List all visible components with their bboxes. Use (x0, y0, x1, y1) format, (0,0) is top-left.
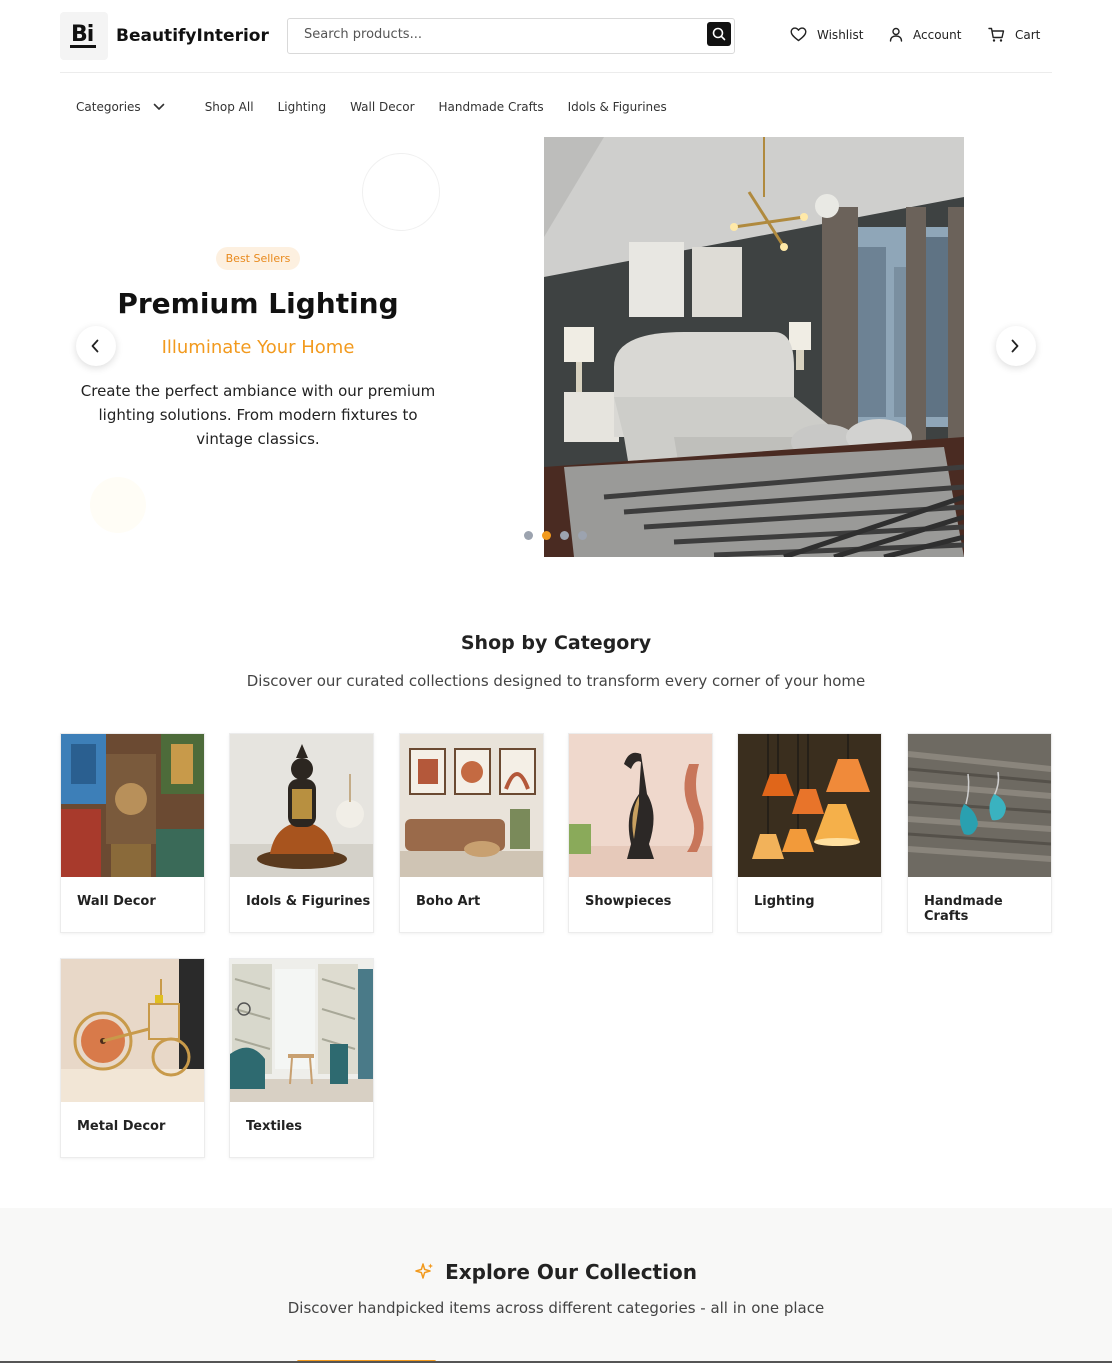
category-card-lighting[interactable]: Lighting (737, 733, 882, 933)
hero-image-bedroom (544, 137, 964, 557)
hero-title: Premium Lighting (117, 287, 399, 320)
category-label: Boho Art (416, 894, 481, 909)
category-image (230, 734, 373, 877)
wishlist-label: Wishlist (817, 27, 864, 42)
carousel-dot-3[interactable] (560, 531, 569, 540)
nav-link-handmade-crafts[interactable]: Handmade Crafts (439, 100, 544, 114)
chevron-down-icon (153, 103, 164, 110)
nav-link-shop-all[interactable]: Shop All (205, 100, 254, 114)
hero-carousel: Best Sellers Premium Lighting Illuminate… (0, 137, 1112, 557)
category-label: Textiles (246, 1119, 303, 1134)
category-card-textiles[interactable]: Textiles (229, 958, 374, 1158)
explore-section: Explore Our Collection Discover handpick… (0, 1208, 1112, 1363)
logo-underline (70, 45, 96, 48)
category-label: Lighting (754, 894, 815, 909)
search-input[interactable] (304, 27, 694, 42)
explore-description: Discover handpicked items across differe… (287, 1299, 825, 1317)
account-link[interactable]: Account (889, 27, 961, 42)
explore-title: Explore Our Collection (445, 1260, 697, 1284)
cart-link[interactable]: Cart (988, 27, 1040, 43)
heart-icon (790, 27, 807, 42)
logo[interactable]: Bi (60, 12, 108, 60)
main-nav: Categories Shop All Lighting Wall Decor … (76, 97, 691, 117)
logo-mark: Bi (71, 22, 94, 47)
carousel-dot-1[interactable] (524, 531, 533, 540)
category-image (400, 734, 543, 877)
search-bar (287, 18, 735, 54)
carousel-dot-2[interactable] (542, 531, 551, 540)
categories-dropdown[interactable]: Categories (76, 100, 165, 114)
carousel-dots (524, 531, 596, 540)
chevron-left-icon (91, 339, 99, 353)
site-header: Bi BeautifyInterior Wishlist Account Car… (60, 0, 1052, 73)
category-card-boho-art[interactable]: Boho Art (399, 733, 544, 933)
search-button[interactable] (707, 22, 731, 46)
category-card-wall-decor[interactable]: Wall Decor (60, 733, 205, 933)
carousel-dot-4[interactable] (578, 531, 587, 540)
category-card-idols-figurines[interactable]: Idols & Figurines (229, 733, 374, 933)
category-label: Handmade Crafts (924, 894, 1003, 924)
category-label: Idols & Figurines (246, 894, 371, 909)
hero-description: Create the perfect ambiance with our pre… (80, 382, 436, 448)
category-card-handmade-crafts[interactable]: Handmade Crafts (907, 733, 1052, 933)
category-image (61, 959, 204, 1102)
nav-link-wall-decor[interactable]: Wall Decor (350, 100, 414, 114)
section-title: Shop by Category (460, 632, 652, 654)
cart-icon (988, 27, 1005, 42)
nav-link-idols-figurines[interactable]: Idols & Figurines (568, 100, 667, 114)
nav-link-lighting[interactable]: Lighting (278, 100, 327, 114)
wishlist-link[interactable]: Wishlist (790, 27, 863, 42)
decorative-circle (90, 477, 146, 533)
carousel-prev-button[interactable] (76, 326, 116, 366)
account-label: Account (913, 27, 962, 42)
category-image (738, 734, 881, 877)
search-icon (712, 27, 726, 41)
category-card-showpieces[interactable]: Showpieces (568, 733, 713, 933)
cart-label: Cart (1015, 28, 1041, 42)
section-description: Discover our curated collections designe… (246, 672, 866, 690)
explore-title-row: Explore Our Collection (0, 1260, 1112, 1284)
sparkles-icon (415, 1263, 434, 1279)
categories-label: Categories (76, 100, 141, 114)
carousel-next-button[interactable] (996, 326, 1036, 366)
category-image (908, 734, 1051, 877)
hero-badge: Best Sellers (216, 247, 300, 270)
decorative-circle (362, 153, 440, 231)
category-card-metal-decor[interactable]: Metal Decor (60, 958, 205, 1158)
category-label: Metal Decor (77, 1119, 166, 1134)
category-label: Wall Decor (77, 894, 156, 909)
category-image (61, 734, 204, 877)
category-label: Showpieces (585, 894, 672, 909)
chevron-right-icon (1011, 339, 1019, 353)
category-image (569, 734, 712, 877)
category-image (230, 959, 373, 1102)
user-icon (889, 27, 903, 42)
brand-name[interactable]: BeautifyInterior (116, 26, 269, 46)
hero-subtitle: Illuminate Your Home (161, 337, 355, 358)
